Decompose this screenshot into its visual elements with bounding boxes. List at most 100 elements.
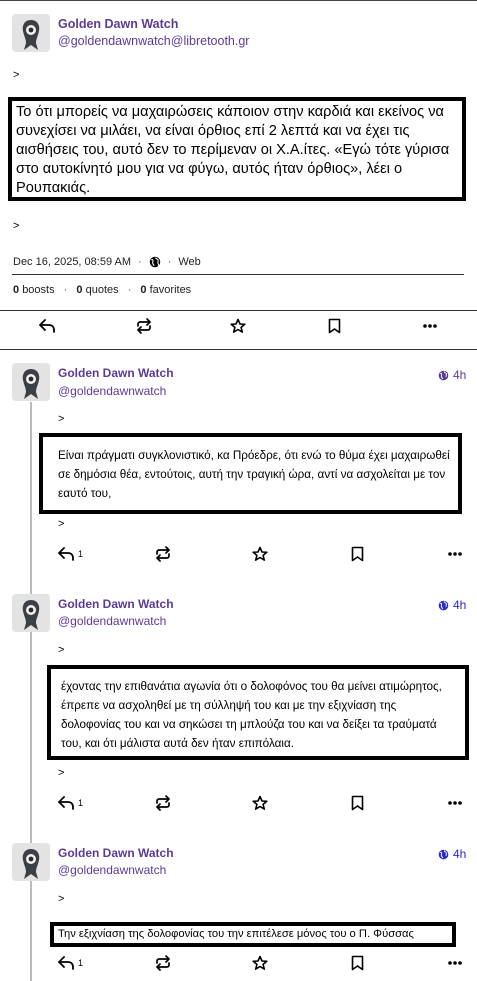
boost-icon	[156, 546, 170, 562]
quote-marker: >	[13, 220, 20, 232]
post-time[interactable]: 4h	[438, 847, 466, 861]
post-content: Είναι πράγματι συγκλονιστικό, κα Πρόεδρε…	[58, 449, 450, 500]
divider	[0, 310, 477, 311]
quoted-text-box: Είναι πράγματι συγκλονιστικό, κα Πρόεδρε…	[39, 433, 462, 514]
reply-icon	[58, 796, 74, 810]
quote-marker: >	[58, 893, 65, 905]
reply-count: 1	[78, 798, 84, 808]
star-icon	[252, 955, 268, 970]
boosts-count[interactable]: 0	[13, 284, 19, 296]
star-icon	[252, 546, 268, 561]
boost-icon	[137, 318, 151, 334]
star-icon	[252, 795, 268, 810]
quote-marker: >	[58, 413, 65, 425]
separator: ·	[138, 256, 142, 268]
quote-marker: >	[58, 644, 65, 656]
post-content: Το ότι μπορείς να μαχαιρώσεις κάποιον στ…	[16, 104, 450, 196]
avatar[interactable]	[12, 843, 50, 881]
divider	[12, 274, 464, 275]
divider	[0, 349, 477, 350]
top-divider	[0, 0, 477, 1]
author-handle[interactable]: @goldendawnwatch	[58, 862, 166, 878]
favorite-button[interactable]	[230, 318, 246, 334]
quotes-count[interactable]: 0	[76, 284, 82, 296]
avatar-icon	[12, 14, 50, 52]
quote-marker: >	[58, 518, 65, 530]
post-time[interactable]: 4h	[438, 368, 466, 382]
more-icon	[448, 552, 462, 556]
globe-icon	[438, 849, 449, 859]
more-button[interactable]	[423, 324, 437, 328]
quote-marker: >	[58, 767, 65, 779]
separator: ·	[167, 256, 172, 268]
author-name[interactable]: Golden Dawn Watch	[58, 845, 174, 861]
avatar-icon	[12, 363, 50, 401]
globe-icon	[438, 600, 449, 610]
reply-count: 1	[78, 549, 84, 559]
bookmark-icon	[351, 955, 364, 971]
quoted-text-box: Το ότι μπορείς να μαχαιρώσεις κάποιον στ…	[8, 97, 466, 201]
avatar-icon	[12, 843, 50, 881]
star-icon	[230, 318, 246, 333]
reply-icon	[58, 547, 74, 561]
boost-button[interactable]	[155, 795, 171, 811]
quote-marker: >	[13, 69, 20, 81]
boosts-label[interactable]: boosts	[22, 284, 54, 296]
author-name[interactable]: Golden Dawn Watch	[58, 16, 178, 32]
author-handle[interactable]: @goldendawnwatch	[58, 383, 166, 399]
boost-icon	[156, 795, 170, 811]
quotes-label[interactable]: quotes	[86, 284, 119, 296]
more-button[interactable]	[448, 552, 462, 556]
more-button[interactable]	[448, 961, 462, 965]
reply-button[interactable]	[39, 319, 55, 333]
avatar-icon	[12, 594, 50, 632]
reply-button[interactable]: 1	[58, 956, 83, 970]
favorite-button[interactable]	[252, 546, 268, 562]
author-name[interactable]: Golden Dawn Watch	[58, 596, 174, 612]
post-client: Web	[178, 256, 201, 268]
boost-button[interactable]	[155, 955, 171, 971]
bookmark-icon	[351, 795, 364, 811]
boost-icon	[156, 955, 170, 971]
bookmark-button[interactable]	[351, 795, 364, 811]
reply-button[interactable]: 1	[58, 796, 83, 810]
reply-icon	[58, 956, 74, 970]
reply-count: 1	[78, 958, 84, 968]
reply-icon	[39, 319, 55, 333]
bookmark-button[interactable]	[351, 955, 364, 971]
quoted-text-box: έχοντας την επιθανάτια αγωνία ότι ο δολο…	[47, 665, 469, 760]
thread-line	[30, 402, 32, 981]
bookmark-icon	[351, 546, 364, 562]
reply-button[interactable]: 1	[58, 547, 83, 561]
bookmark-button[interactable]	[351, 546, 364, 562]
avatar[interactable]	[12, 14, 50, 52]
post-time[interactable]: 4h	[438, 598, 466, 612]
favorites-count[interactable]: 0	[140, 284, 146, 296]
post-date[interactable]: Dec 16, 2025, 08:59 AM	[13, 255, 131, 269]
post-stats: 0 boosts · 0 quotes · 0 favorites	[13, 283, 191, 297]
author-name[interactable]: Golden Dawn Watch	[58, 365, 174, 381]
quoted-text-box: Την εξιχνίαση της δολοφονίας του την επι…	[50, 922, 456, 947]
more-icon	[448, 961, 462, 965]
author-handle[interactable]: @goldendawnwatch@libretooth.gr	[58, 33, 249, 49]
globe-icon	[438, 370, 449, 380]
bookmark-button[interactable]	[328, 318, 341, 334]
post-content: έχοντας την επιθανάτια αγωνία ότι ο δολο…	[61, 680, 442, 750]
separator: ·	[127, 284, 132, 296]
bookmark-icon	[328, 318, 341, 334]
post-content: Την εξιχνίαση της δολοφονίας του την επι…	[58, 928, 414, 940]
more-icon	[423, 324, 437, 328]
more-icon	[448, 801, 462, 805]
author-handle[interactable]: @goldendawnwatch	[58, 613, 166, 629]
boost-button[interactable]	[136, 318, 152, 334]
boost-button[interactable]	[155, 546, 171, 562]
separator: ·	[63, 284, 68, 296]
globe-icon	[149, 256, 160, 268]
avatar[interactable]	[12, 363, 50, 401]
post-meta: Dec 16, 2025, 08:59 AM · · Web	[13, 255, 201, 269]
favorites-label[interactable]: favorites	[150, 284, 192, 296]
more-button[interactable]	[448, 801, 462, 805]
favorite-button[interactable]	[252, 955, 268, 971]
favorite-button[interactable]	[252, 795, 268, 811]
avatar[interactable]	[12, 594, 50, 632]
